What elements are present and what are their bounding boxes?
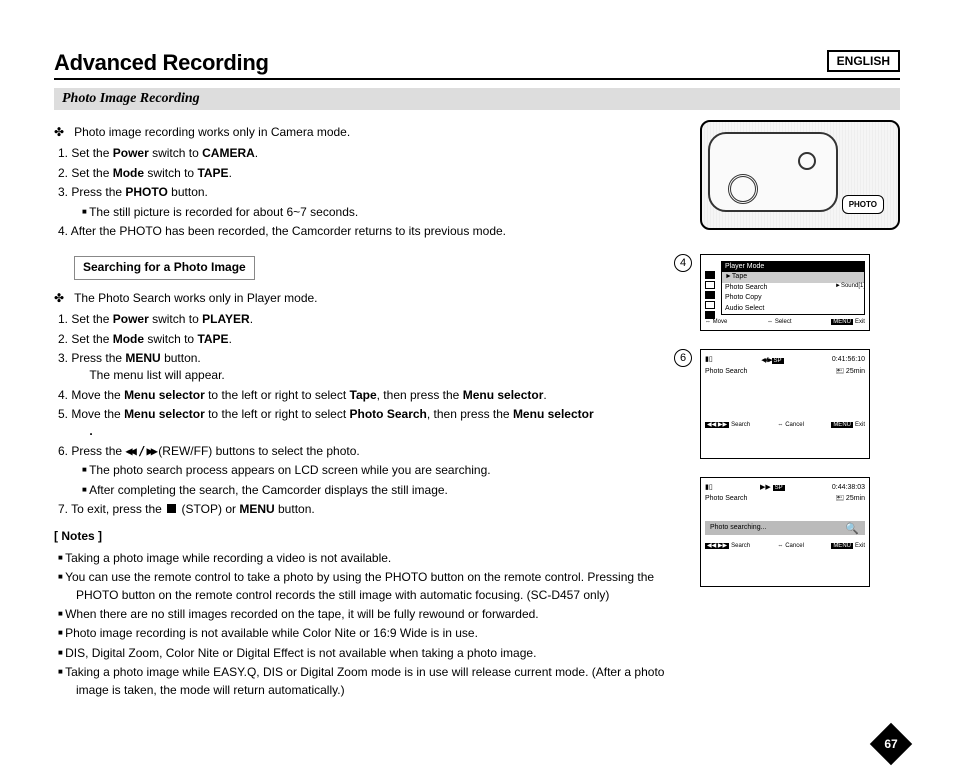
subheader-searching: Searching for a Photo Image [74, 256, 255, 279]
steps-list-a: 1. Set the Power switch to CAMERA. 2. Se… [54, 145, 682, 240]
osd-sound-label: ►Sound[1] [835, 283, 865, 290]
tape-icon: 🖭 [836, 368, 844, 375]
tape-icon: 🖭 [836, 495, 844, 502]
timecode-label: 0:41:56:10 [832, 356, 865, 365]
osd-screen-6a: 6 ▮▯ ◀◀ / ▶▶ SP 0:41:56:10 Photo Search … [700, 349, 900, 459]
photo-search-label: Photo Search [705, 368, 747, 376]
instructions-column: ✤Photo image recording works only in Cam… [54, 120, 682, 701]
notes-header: [ Notes ] [54, 528, 682, 545]
menu-audio-select: Audio Select [722, 304, 864, 314]
select-icon: ⇔ [767, 319, 773, 325]
menu-tag: MENU [831, 543, 853, 549]
ff-icon: ▶▶ [760, 484, 771, 491]
page-number-badge: 67 [870, 723, 912, 765]
timecode-label: 0:44:38:03 [832, 484, 865, 492]
photo-button-illustration: PHOTO [842, 195, 884, 214]
cancel-icon: ⇔ [778, 543, 784, 549]
tape-remain-label: 25min [846, 495, 865, 502]
steps-list-b: 1. Set the Power switch to PLAYER. 2. Se… [54, 311, 682, 518]
section-title: Photo Image Recording [54, 88, 900, 110]
photo-search-label: Photo Search [705, 495, 747, 503]
menu-tag: MENU [831, 319, 853, 325]
rew-ff-icon: ◀◀ / ▶▶ [761, 356, 770, 364]
menu-tag: MENU [831, 422, 853, 428]
sp-tag: SP [772, 358, 784, 364]
step-number-4: 4 [674, 254, 692, 272]
move-icon: ⇔ [705, 319, 711, 325]
note-cross-icon: ✤ [54, 125, 64, 139]
osd-screen-4: 4 Player Mode ►Tape Photo Search Photo C… [700, 254, 900, 331]
magnifier-person-icon: 🔍 [845, 523, 859, 536]
note-cross-icon: ✤ [54, 291, 64, 305]
photo-searching-banner: Photo searching... 🔍 [705, 521, 865, 535]
camcorder-illustration: PHOTO [700, 120, 900, 230]
battery-icon: ▮▯ [705, 484, 713, 492]
intro-line-1: ✤Photo image recording works only in Cam… [54, 124, 682, 141]
illustration-column: PHOTO 4 Player Mode ►Tape Photo Search P… [700, 120, 900, 701]
tape-remain-label: 25min [846, 368, 865, 375]
cancel-icon: ⇔ [778, 422, 784, 428]
osd-title: Player Mode [722, 262, 864, 272]
language-label: ENGLISH [827, 50, 900, 72]
battery-icon: ▮▯ [705, 356, 713, 365]
stop-icon [167, 504, 176, 513]
osd-screen-6b: ▮▯ ▶▶ SP 0:44:38:03 Photo Search 🖭 25min… [700, 477, 900, 587]
menu-tape: ►Tape [722, 272, 864, 282]
page-title: Advanced Recording [54, 50, 900, 80]
rew-ff-icon: ◀◀ / ▶▶ [125, 444, 155, 458]
search-keys-tag: ◀◀ ▶▶ [705, 543, 729, 549]
step-number-6: 6 [674, 349, 692, 367]
search-keys-tag: ◀◀ ▶▶ [705, 422, 729, 428]
menu-category-icons [705, 271, 715, 319]
menu-photo-copy: Photo Copy [722, 293, 864, 303]
intro-line-2: ✤The Photo Search works only in Player m… [54, 290, 682, 307]
notes-list: Taking a photo image while recording a v… [54, 550, 682, 699]
sp-tag: SP [773, 485, 785, 491]
